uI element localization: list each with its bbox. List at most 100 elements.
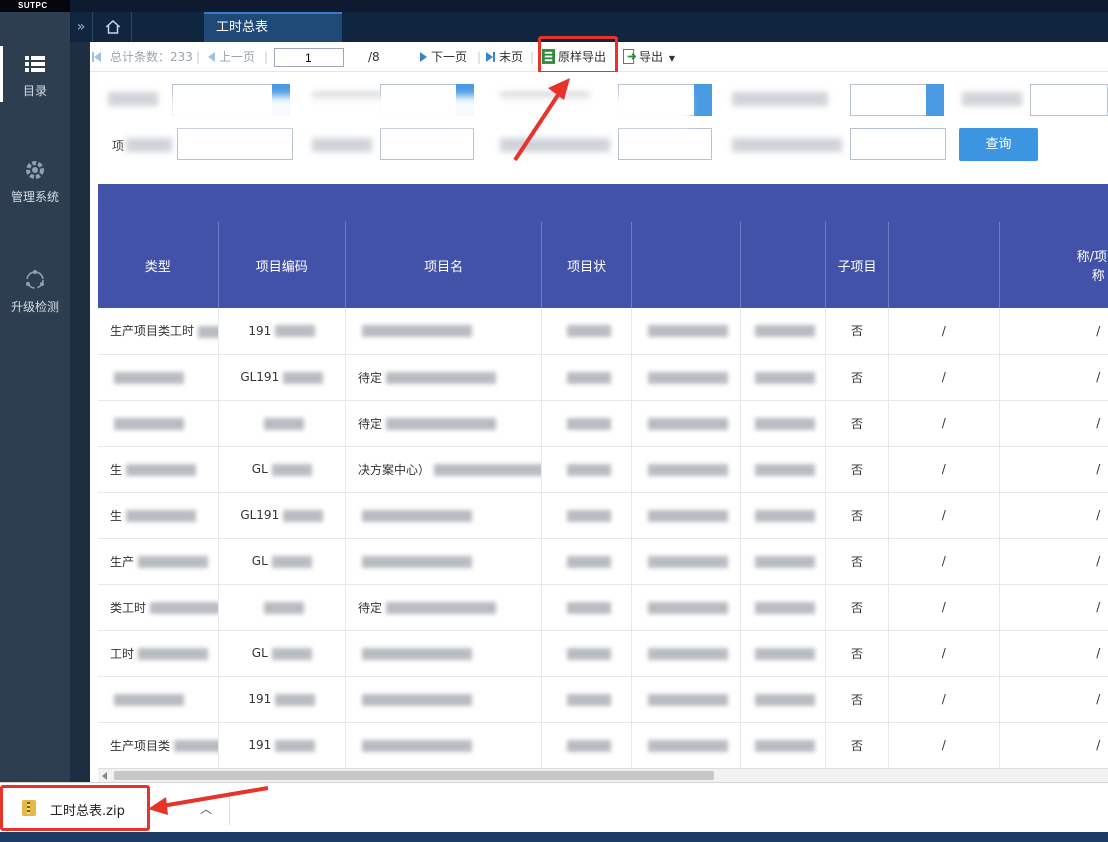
blurred-label xyxy=(500,138,610,152)
expand-icon[interactable]: » xyxy=(70,12,92,42)
table-cell: 否 xyxy=(825,400,889,447)
table-row[interactable]: 类工时 待定 否 / / xyxy=(98,584,1108,631)
column-header[interactable]: 子项目 xyxy=(825,222,889,308)
column-header[interactable] xyxy=(888,222,1000,308)
cell-text: 生 xyxy=(110,508,123,523)
table-cell: 待定 xyxy=(345,400,543,447)
redacted-content xyxy=(138,556,209,568)
tab-worktime-summary[interactable]: 工时总表 xyxy=(204,12,342,42)
table-cell xyxy=(631,446,741,493)
worktime-table: 类型 项目编码 项目名 项目状 子项目 称/项目 称 生产项目类工时191否//… xyxy=(98,222,1108,768)
page-number-input[interactable] xyxy=(274,48,344,67)
download-bar: 工时总表.zip ︿ xyxy=(0,782,1108,832)
blurred-label xyxy=(108,92,158,106)
column-header[interactable]: 项目编码 xyxy=(218,222,346,308)
redacted-content xyxy=(647,463,728,476)
cell-text: / xyxy=(941,554,946,568)
redacted-content xyxy=(647,325,728,338)
redacted-content xyxy=(566,739,611,752)
filter-input-8[interactable] xyxy=(618,128,712,160)
table-cell xyxy=(631,492,741,539)
table-cell: / xyxy=(999,722,1108,768)
next-icon xyxy=(420,52,427,62)
dropdown-button[interactable] xyxy=(926,84,944,116)
first-page-button[interactable] xyxy=(92,42,105,72)
sidebar-item-upgrade[interactable]: 升级检测 xyxy=(0,268,70,315)
horizontal-scrollbar[interactable] xyxy=(98,768,1108,782)
table-cell: 否 xyxy=(825,492,889,539)
sidebar-item-label: 管理系统 xyxy=(10,190,59,204)
sidebar-item-catalog[interactable]: 目录 xyxy=(0,46,70,102)
cell-text: / xyxy=(941,323,946,338)
scroll-thumb[interactable] xyxy=(114,771,714,780)
sidebar-item-management[interactable]: 管理系统 xyxy=(0,158,70,205)
export-dropdown[interactable]: 导出 ▼ xyxy=(623,42,675,72)
table-row[interactable]: GL191 待定 否 / / xyxy=(98,354,1108,401)
table-cell xyxy=(631,676,741,723)
cell-text: / xyxy=(1096,738,1101,752)
cell-text: 生产 xyxy=(110,554,135,569)
home-button[interactable] xyxy=(92,12,132,42)
filter-input-project[interactable] xyxy=(177,128,293,160)
table-cell: 否 xyxy=(825,538,889,585)
cell-text: / xyxy=(941,370,946,384)
chevron-down-icon: ▼ xyxy=(668,54,675,63)
query-button[interactable]: 查询 xyxy=(959,128,1038,161)
prev-page-button[interactable]: 上一页 xyxy=(208,42,255,72)
list-icon xyxy=(25,56,45,72)
table-cell xyxy=(740,676,827,723)
table-cell xyxy=(345,630,543,677)
table-cell: / xyxy=(999,676,1108,723)
table-row[interactable]: 生产 GL 否 / / xyxy=(98,538,1108,585)
table-cell xyxy=(541,584,633,631)
cell-text: 类工时 xyxy=(110,600,147,615)
cell-text: / xyxy=(941,692,946,706)
redacted-content xyxy=(283,371,324,384)
table-row[interactable]: 生产项目类 191 否 / / xyxy=(98,722,1108,768)
table-cell: 否 xyxy=(825,630,889,677)
table-row[interactable]: 生 GL 决方案中心） 否 / / xyxy=(98,446,1108,493)
cell-text: 否 xyxy=(851,508,864,523)
chevron-up-icon[interactable]: ︿ xyxy=(200,800,212,817)
table-cell xyxy=(740,584,827,631)
next-page-button[interactable]: 下一页 xyxy=(420,42,467,72)
table-cell xyxy=(740,400,827,447)
cell-text: 否 xyxy=(851,416,864,431)
column-header[interactable]: 称/项目 称 xyxy=(999,222,1108,308)
cell-text: / xyxy=(1096,323,1101,338)
scroll-left-icon[interactable] xyxy=(102,772,107,780)
table-row[interactable]: 生 GL191 否 / / xyxy=(98,492,1108,539)
dropdown-button[interactable] xyxy=(694,84,712,116)
table-cell: 否 xyxy=(825,584,889,631)
cell-text: 否 xyxy=(851,646,864,661)
redacted-content xyxy=(271,555,312,568)
redacted-content xyxy=(361,555,472,568)
column-header[interactable]: 类型 xyxy=(98,222,219,308)
table-row[interactable]: 工时 GL 否 / / xyxy=(98,630,1108,677)
cell-text: GL191 xyxy=(240,508,280,522)
column-header[interactable]: 项目状 xyxy=(541,222,633,308)
table-row[interactable]: 待定 否 / / xyxy=(98,400,1108,447)
filter-input-9[interactable] xyxy=(850,128,946,160)
table-row[interactable]: 191 否 / / xyxy=(98,676,1108,723)
table-cell: 191 xyxy=(218,676,346,723)
filter-input-5[interactable] xyxy=(1030,84,1108,116)
redacted-content xyxy=(114,693,184,706)
table-row[interactable]: 生产项目类工时 191 否 / / xyxy=(98,308,1108,355)
table-cell: GL xyxy=(218,630,346,677)
table-cell: / xyxy=(999,584,1108,631)
table-cell: / xyxy=(999,630,1108,677)
column-header[interactable] xyxy=(740,222,827,308)
table-cell: GL xyxy=(218,446,346,493)
filter-input-7[interactable] xyxy=(380,128,474,160)
column-header[interactable] xyxy=(631,222,741,308)
redacted-content xyxy=(566,647,611,660)
redacted-content xyxy=(647,555,728,568)
redacted-content xyxy=(754,325,815,338)
sidebar-item-label: 升级检测 xyxy=(10,300,59,314)
table-cell xyxy=(98,400,219,447)
column-header[interactable]: 项目名 xyxy=(345,222,543,308)
cell-text: 决方案中心） xyxy=(357,462,430,477)
redacted-content xyxy=(174,740,218,752)
last-page-button[interactable]: 末页 xyxy=(486,42,523,72)
